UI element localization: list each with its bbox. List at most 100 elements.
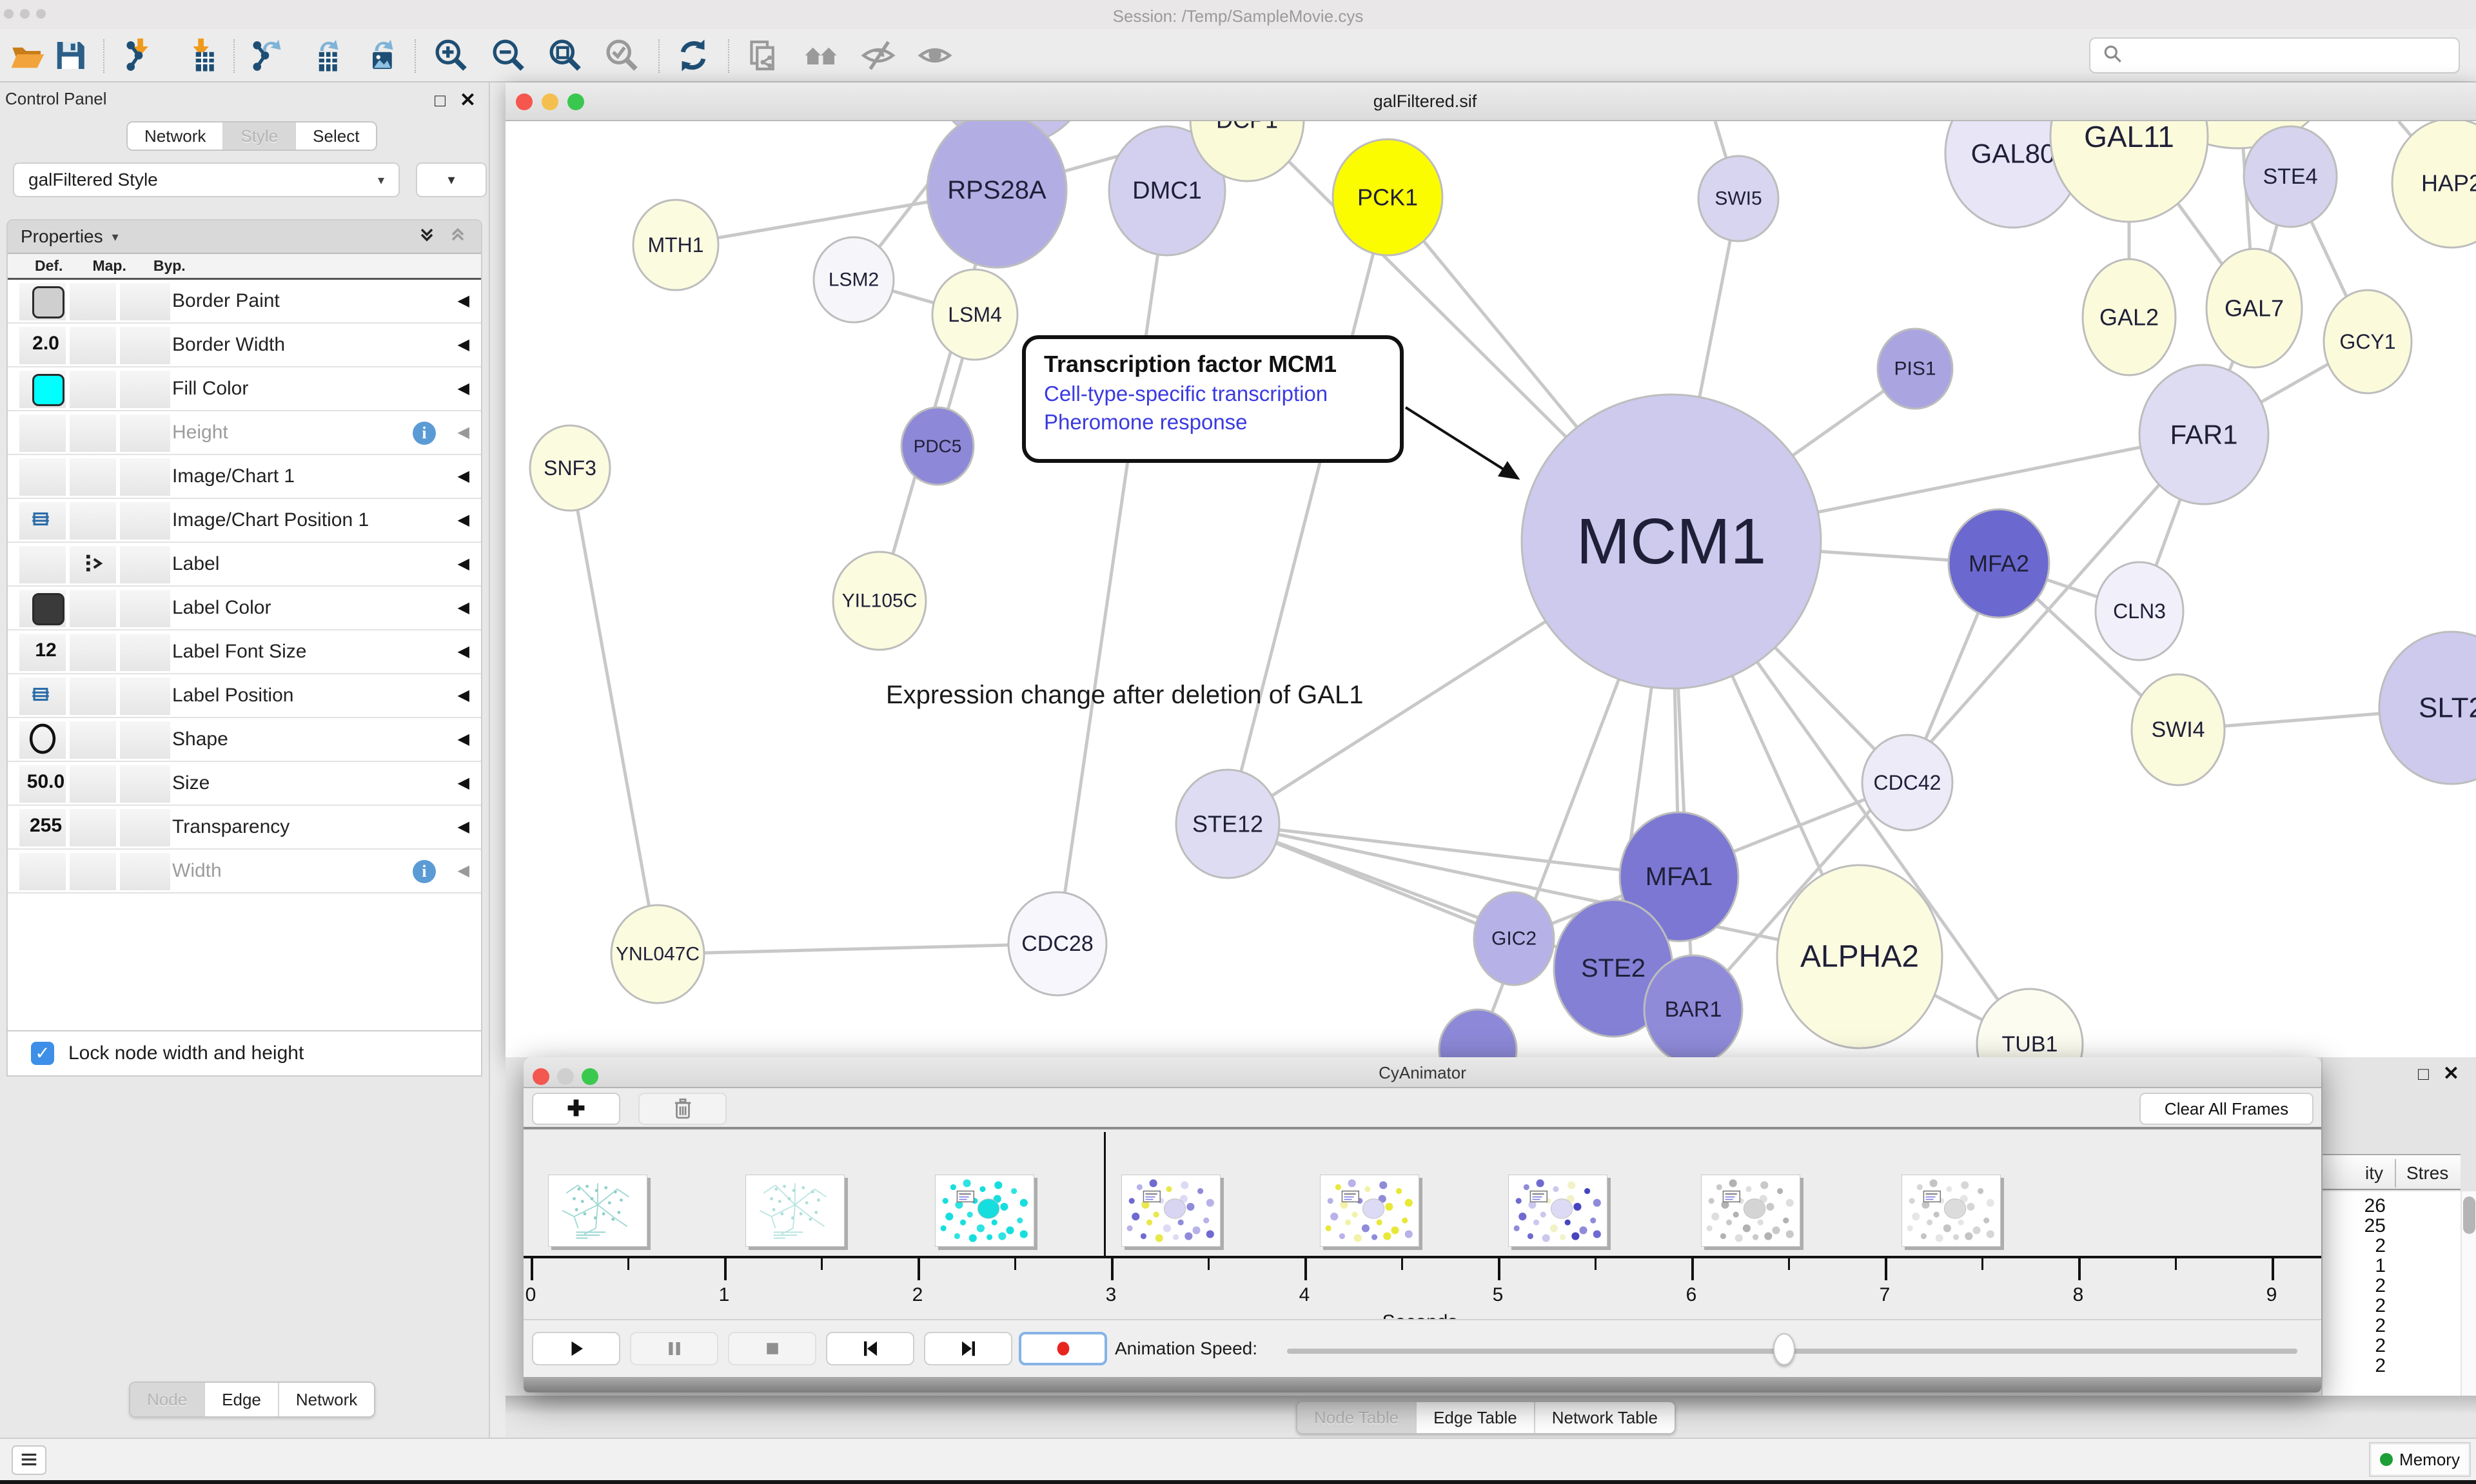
play-button[interactable] — [532, 1332, 620, 1365]
network-node-HAP2[interactable]: HAP2 — [2392, 121, 2476, 248]
close-panel-icon[interactable]: ✕ — [2443, 1062, 2459, 1085]
export-table-icon[interactable] — [302, 37, 342, 75]
network-node-MCM1[interactable]: MCM1 — [1522, 395, 1821, 688]
position-icon[interactable] — [30, 508, 52, 533]
table-cell-value[interactable]: 1 — [2323, 1255, 2386, 1277]
network-node-PCK1[interactable]: PCK1 — [1333, 139, 1442, 255]
network-node-STE12[interactable]: STE12 — [1176, 770, 1279, 878]
maximize-icon[interactable] — [567, 93, 584, 110]
tab-edge-table[interactable]: Edge Table — [1417, 1402, 1535, 1433]
property-row-width[interactable]: Widthi◀ — [8, 850, 481, 893]
search-input[interactable] — [2132, 39, 2459, 72]
property-row-transparency[interactable]: 255Transparency◀ — [8, 806, 481, 850]
window-resize-bar[interactable] — [524, 1377, 2321, 1392]
network-node-RPS28A[interactable]: RPS28A — [927, 121, 1066, 268]
table-cell-value[interactable]: 2 — [2323, 1235, 2386, 1257]
default-value-swatch[interactable] — [32, 593, 64, 625]
network-node-SLT2[interactable]: SLT2 — [2379, 632, 2476, 784]
property-row-border-width[interactable]: 2.0Border Width◀ — [8, 324, 481, 367]
table-cell-value[interactable]: 26 — [2323, 1195, 2386, 1217]
refresh-view-icon[interactable] — [673, 37, 713, 75]
network-node-SWI4[interactable]: SWI4 — [2132, 674, 2225, 785]
zoom-out-icon[interactable] — [489, 37, 529, 75]
network-node-BAR1[interactable]: BAR1 — [1644, 955, 1742, 1057]
float-panel-icon[interactable]: □ — [2418, 1064, 2429, 1084]
property-row-fill-color[interactable]: Fill Color◀ — [8, 367, 481, 411]
expand-row-icon[interactable]: ◀ — [458, 730, 469, 748]
network-node-SNF3[interactable]: SNF3 — [530, 425, 610, 511]
style-tab-node[interactable]: Node — [130, 1383, 205, 1416]
record-button[interactable] — [1019, 1332, 1107, 1365]
search-field[interactable] — [2089, 37, 2460, 73]
save-session-icon[interactable] — [50, 37, 90, 75]
property-row-label-color[interactable]: Label Color◀ — [8, 587, 481, 630]
skip-to-start-button[interactable] — [826, 1332, 914, 1365]
network-window-titlebar[interactable]: galFiltered.sif — [506, 83, 2476, 121]
memory-button[interactable]: Memory — [2369, 1442, 2471, 1477]
hide-graphics-icon[interactable] — [858, 37, 898, 75]
cyanimator-titlebar[interactable]: CyAnimator — [524, 1057, 2321, 1088]
duplicate-view-icon[interactable] — [743, 37, 783, 75]
first-neighbors-icon[interactable] — [801, 37, 841, 75]
frame-thumbnail-5[interactable] — [1320, 1175, 1419, 1247]
network-node-GAL7[interactable]: GAL7 — [2206, 249, 2302, 367]
property-row-size[interactable]: 50.0Size◀ — [8, 762, 481, 806]
table-cell-value[interactable]: 2 — [2323, 1275, 2386, 1297]
expand-row-icon[interactable]: ◀ — [458, 379, 469, 398]
panel-list-button[interactable] — [12, 1445, 46, 1475]
expand-row-icon[interactable]: ◀ — [458, 423, 469, 442]
stop-button[interactable] — [728, 1332, 816, 1365]
expand-row-icon[interactable]: ◀ — [458, 291, 469, 310]
network-node-SWI5[interactable]: SWI5 — [1698, 156, 1778, 241]
property-row-image-chart-position-1[interactable]: Image/Chart Position 1◀ — [8, 499, 481, 543]
frame-thumbnail-1[interactable] — [548, 1175, 647, 1247]
default-value-swatch[interactable] — [32, 286, 64, 318]
network-node-LSM2[interactable]: LSM2 — [814, 237, 894, 322]
tab-network[interactable]: Network — [128, 122, 224, 150]
network-canvas[interactable]: RPS28ADMC1DCP1PCK1SWI5GAL80GAL11STE4HAP2… — [506, 121, 2476, 1057]
tab-network-table[interactable]: Network Table — [1535, 1402, 1675, 1433]
open-session-icon[interactable] — [7, 37, 47, 75]
frame-thumbnail-8[interactable] — [1901, 1175, 2001, 1247]
zoom-in-icon[interactable] — [431, 37, 471, 75]
network-node-CDC28[interactable]: CDC28 — [1008, 892, 1106, 995]
annotation-link[interactable]: Pheromone response — [1044, 410, 1382, 434]
skip-to-end-button[interactable] — [924, 1332, 1012, 1365]
style-options-button[interactable]: ▾ — [416, 162, 487, 197]
network-node-FAR1[interactable]: FAR1 — [2139, 365, 2268, 504]
timeline[interactable]: 0123456789 Seconds — [524, 1132, 2321, 1319]
expand-all-icon[interactable] — [417, 224, 437, 249]
network-node-CDC42[interactable]: CDC42 — [1862, 735, 1952, 830]
style-tab-edge[interactable]: Edge — [205, 1383, 279, 1416]
add-frame-button[interactable]: ✚ — [532, 1093, 620, 1125]
tab-node-table[interactable]: Node Table — [1297, 1402, 1417, 1433]
ellipse-shape-icon[interactable] — [26, 722, 59, 759]
expand-row-icon[interactable]: ◀ — [458, 774, 469, 792]
export-image-icon[interactable] — [357, 37, 397, 75]
collapse-all-icon[interactable] — [447, 224, 468, 249]
frame-thumbnail-7[interactable] — [1701, 1175, 1800, 1247]
property-row-label-font-size[interactable]: 12Label Font Size◀ — [8, 630, 481, 674]
property-row-image-chart-1[interactable]: Image/Chart 1◀ — [8, 455, 481, 499]
annotation-box[interactable]: Transcription factor MCM1 Cell-type-spec… — [1022, 335, 1404, 463]
properties-header[interactable]: Properties ▾ — [8, 220, 481, 254]
export-network-icon[interactable] — [245, 37, 285, 75]
import-network-icon[interactable] — [119, 37, 159, 75]
frame-thumbnail-6[interactable] — [1508, 1175, 1607, 1247]
network-node-GCY1[interactable]: GCY1 — [2324, 290, 2412, 393]
clear-all-frames-button[interactable]: Clear All Frames — [2139, 1093, 2314, 1125]
expand-row-icon[interactable]: ◀ — [458, 511, 469, 529]
network-node-GIC2[interactable]: GIC2 — [1474, 892, 1554, 985]
network-node-PDC5[interactable]: PDC5 — [901, 407, 974, 485]
network-node-BOTCUT[interactable] — [1439, 1010, 1517, 1057]
expand-row-icon[interactable]: ◀ — [458, 598, 469, 617]
discrete-mapping-icon[interactable] — [80, 551, 106, 580]
tab-select[interactable]: Select — [296, 122, 376, 150]
close-icon[interactable] — [533, 1068, 549, 1085]
tab-style[interactable]: Style — [224, 122, 296, 150]
table-header-row[interactable]: ity Stres — [2323, 1154, 2461, 1190]
network-node-YIL105C[interactable]: YIL105C — [833, 552, 926, 650]
show-graphics-icon[interactable] — [915, 37, 955, 75]
default-value-swatch[interactable] — [32, 374, 64, 406]
expand-row-icon[interactable]: ◀ — [458, 686, 469, 705]
